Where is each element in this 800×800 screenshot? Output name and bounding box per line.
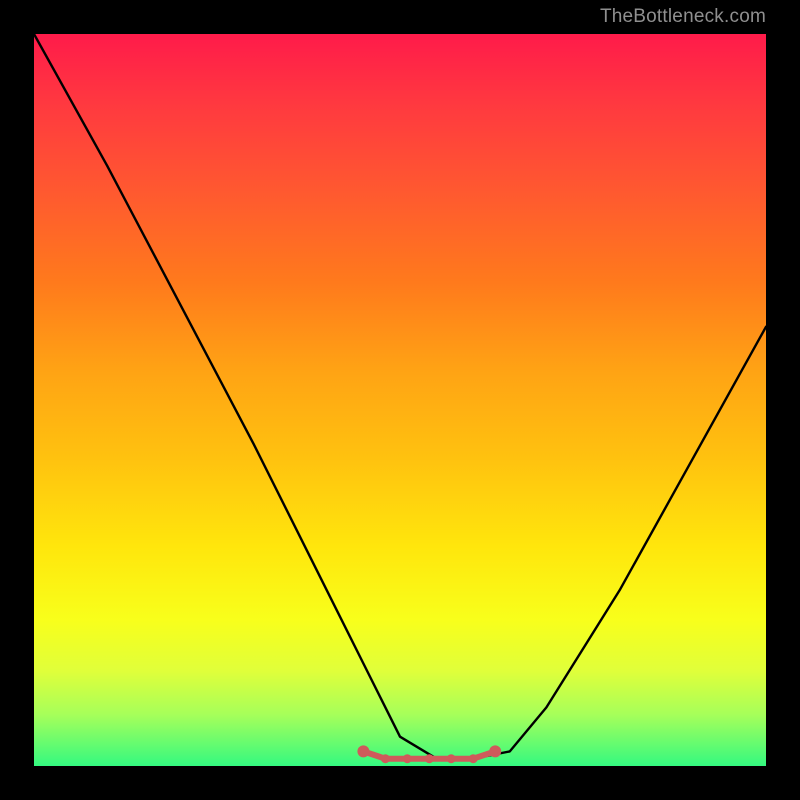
credit-text: TheBottleneck.com [600, 6, 766, 28]
chart-plot-area [34, 34, 766, 766]
bottleneck-curve [34, 34, 766, 766]
curve-path [34, 34, 766, 759]
chart-stage: TheBottleneck.com [0, 0, 800, 800]
